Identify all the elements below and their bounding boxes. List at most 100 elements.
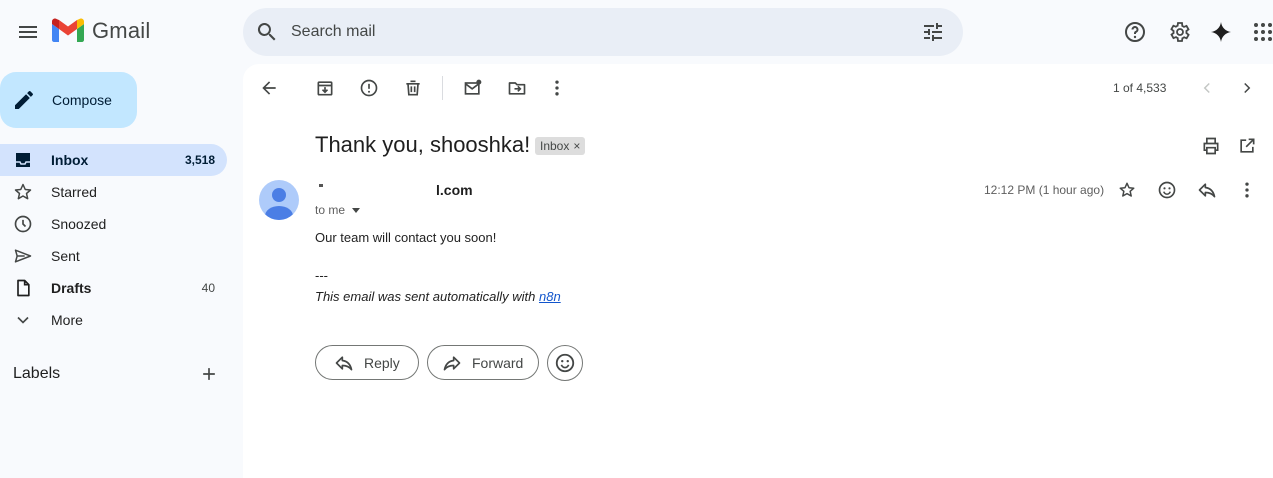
signature: This email was sent automatically with n…	[315, 289, 561, 304]
search-input[interactable]	[291, 8, 909, 56]
labels-header: Labels	[13, 362, 227, 386]
sidebar-nav: Inbox 3,518 Starred Snoozed Sent Drafts …	[0, 144, 227, 336]
sidebar-item-label: Starred	[51, 184, 97, 200]
pager-text: 1 of 4,533	[1113, 81, 1167, 95]
delete-icon	[406, 80, 420, 96]
emoji-reaction-button[interactable]	[547, 345, 583, 381]
sidebar-item-label: Sent	[51, 248, 80, 264]
sidebar-item-more[interactable]: More	[0, 304, 227, 336]
delete-button[interactable]	[397, 72, 429, 104]
move-to-button[interactable]	[501, 72, 533, 104]
label-chip-text: Inbox	[540, 139, 570, 153]
search-icon	[257, 23, 276, 41]
compose-label: Compose	[52, 92, 112, 108]
report-spam-button[interactable]	[353, 72, 385, 104]
filter-icon	[924, 23, 942, 41]
message-timestamp: 12:12 PM (1 hour ago)	[984, 183, 1105, 197]
sidebar-item-snoozed[interactable]: Snoozed	[0, 208, 227, 240]
recipient-details[interactable]: to me	[315, 203, 361, 217]
reply-icon	[1198, 183, 1216, 198]
person-icon	[265, 188, 293, 220]
star-button[interactable]	[1111, 174, 1143, 206]
add-reaction-button[interactable]	[1151, 174, 1183, 206]
apps-icon	[1254, 23, 1272, 41]
search-button[interactable]	[243, 8, 291, 56]
n8n-link[interactable]: n8n	[539, 289, 561, 304]
labels-title: Labels	[13, 365, 61, 382]
google-apps-button[interactable]	[1243, 12, 1273, 52]
caret-down-icon	[352, 208, 361, 213]
sidebar-item-label: Snoozed	[51, 216, 107, 232]
help-button[interactable]	[1115, 12, 1155, 52]
sidebar-item-label: Drafts	[51, 280, 92, 296]
settings-icon	[1170, 22, 1190, 42]
mark-unread-button[interactable]	[457, 72, 489, 104]
gmail-logo[interactable]: Gmail	[52, 18, 150, 44]
more-options-button[interactable]	[541, 72, 573, 104]
menu-icon	[19, 26, 37, 38]
help-icon	[1125, 22, 1145, 42]
archive-button[interactable]	[309, 72, 341, 104]
message-subject: Thank you, shooshka!	[315, 132, 531, 157]
print-icon	[1203, 137, 1219, 155]
top-header: Gmail	[0, 0, 1273, 64]
reply-icon	[334, 353, 354, 373]
back-icon	[262, 81, 276, 95]
back-button[interactable]	[253, 72, 285, 104]
draft-icon	[13, 278, 33, 298]
sidebar-item-sent[interactable]: Sent	[0, 240, 227, 272]
report-spam-icon	[360, 79, 378, 97]
search-options-button[interactable]	[909, 8, 957, 56]
redaction-artifact	[319, 184, 323, 187]
message-view: 1 of 4,533 Thank you, shooshka! Inbox × …	[243, 64, 1273, 478]
send-icon	[13, 246, 33, 266]
pencil-icon	[15, 90, 33, 109]
gemini-button[interactable]	[1201, 12, 1241, 52]
sidebar-item-label: More	[51, 312, 83, 328]
search-bar	[243, 8, 963, 56]
settings-button[interactable]	[1159, 12, 1199, 52]
sidebar-item-label: Inbox	[51, 152, 89, 168]
create-label-button[interactable]	[197, 362, 221, 386]
gmail-m-icon	[52, 18, 84, 42]
sender-avatar[interactable]	[259, 180, 299, 220]
reply-button[interactable]	[1191, 174, 1223, 206]
star-icon	[1119, 182, 1135, 197]
reply-label: Reply	[364, 354, 400, 371]
open-in-new-icon	[1240, 138, 1255, 153]
app-name: Gmail	[92, 18, 151, 43]
sender-domain: l.com	[436, 182, 473, 198]
signature-separator: ---	[315, 268, 328, 283]
more-vert-icon	[1245, 182, 1249, 198]
clock-icon	[13, 214, 33, 234]
open-new-window-button[interactable]	[1231, 130, 1263, 162]
main-menu-button[interactable]	[8, 12, 48, 52]
chevron-right-icon	[1244, 82, 1251, 94]
chevron-left-icon	[1203, 82, 1210, 94]
forward-pill-button[interactable]: Forward	[427, 345, 539, 380]
label-chip-inbox[interactable]: Inbox ×	[535, 137, 586, 155]
plus-icon	[203, 368, 215, 380]
move-to-icon	[508, 82, 526, 95]
emoji-icon	[555, 353, 575, 373]
star-icon	[13, 182, 33, 202]
sidebar-item-inbox[interactable]: Inbox 3,518	[0, 144, 227, 176]
remove-label-button[interactable]: ×	[573, 139, 580, 153]
more-vert-icon	[555, 80, 559, 96]
compose-button[interactable]: Compose	[0, 72, 137, 128]
reply-pill-button[interactable]: Reply	[315, 345, 419, 380]
print-button[interactable]	[1195, 130, 1227, 162]
older-button[interactable]	[1231, 72, 1263, 104]
forward-label: Forward	[472, 354, 524, 371]
archive-icon	[317, 81, 333, 96]
inbox-icon	[13, 150, 33, 170]
emoji-icon	[1158, 181, 1176, 199]
newer-button[interactable]	[1191, 72, 1223, 104]
sidebar-item-drafts[interactable]: Drafts 40	[0, 272, 227, 304]
message-more-button[interactable]	[1231, 174, 1263, 206]
gemini-icon	[1211, 22, 1231, 42]
mark-unread-icon	[464, 79, 482, 95]
signature-text: This email was sent automatically with	[315, 289, 539, 304]
sender-address[interactable]: l.com	[315, 182, 473, 198]
sidebar-item-starred[interactable]: Starred	[0, 176, 227, 208]
